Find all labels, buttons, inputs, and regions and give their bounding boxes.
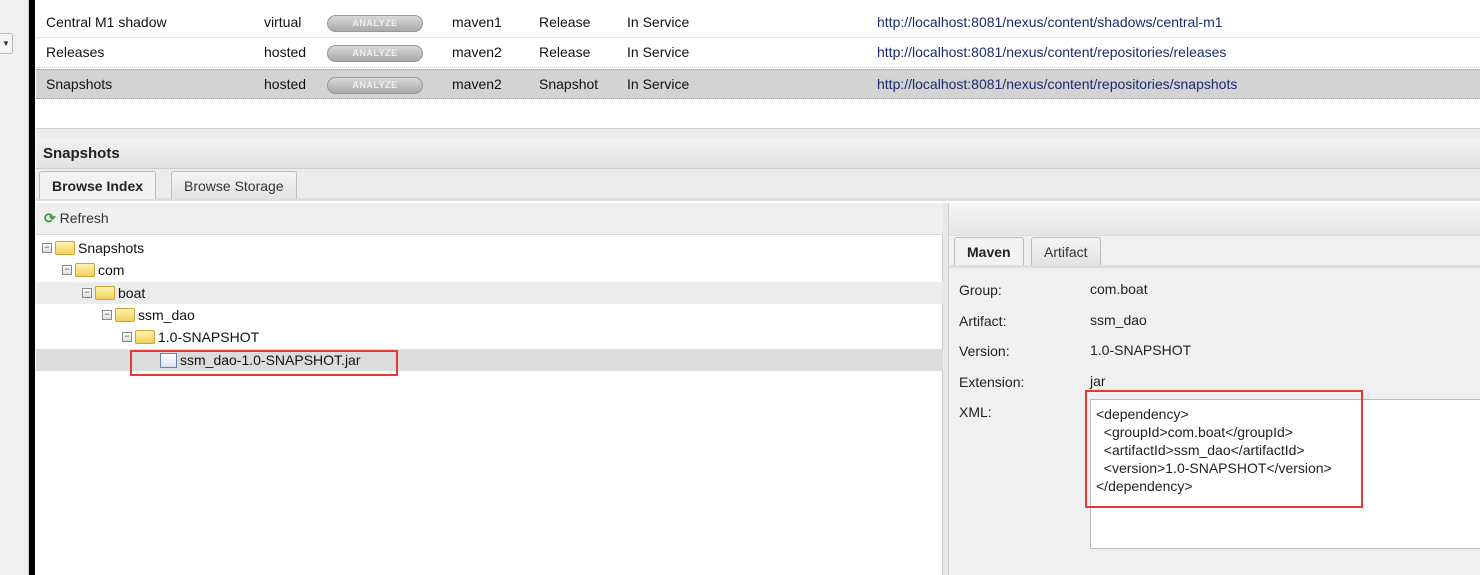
- node-label: 1.0-SNAPSHOT: [158, 329, 260, 345]
- folder-icon: [135, 330, 155, 344]
- refresh-button[interactable]: ⟳ Refresh: [36, 203, 943, 235]
- tree-node[interactable]: − com: [36, 259, 943, 281]
- collapse-icon[interactable]: −: [102, 310, 112, 320]
- tree-panel: ⟳ Refresh − Snapshots − com − boat − ssm_dao…: [36, 203, 943, 575]
- repo-format: maven2: [452, 76, 502, 92]
- repo-url[interactable]: http://localhost:8081/nexus/content/shad…: [877, 14, 1223, 30]
- tab-divider: [949, 265, 1480, 268]
- table-row[interactable]: Central M1 shadow virtual ANALYZE maven1…: [36, 8, 1480, 38]
- analyze-button[interactable]: ANALYZE: [327, 15, 423, 32]
- repo-status: In Service: [627, 76, 690, 92]
- tab-artifact[interactable]: Artifact: [1031, 237, 1101, 265]
- repo-status: In Service: [627, 44, 690, 60]
- highlight-box: [1085, 390, 1363, 508]
- artifact-value: ssm_dao: [1090, 312, 1147, 328]
- node-label: ssm_dao: [138, 307, 195, 323]
- artifact-label: Artifact:: [959, 313, 1007, 329]
- artifact-detail-panel: Maven Artifact Group: com.boat Artifact:…: [948, 203, 1480, 575]
- tab-browse-storage[interactable]: Browse Storage: [171, 171, 297, 199]
- repo-url[interactable]: http://localhost:8081/nexus/content/repo…: [877, 44, 1226, 60]
- folder-icon: [75, 263, 95, 277]
- collapse-icon[interactable]: −: [42, 243, 52, 253]
- refresh-label: Refresh: [59, 210, 109, 226]
- tab-maven[interactable]: Maven: [954, 237, 1024, 265]
- tree-node[interactable]: − 1.0-SNAPSHOT: [36, 326, 943, 348]
- repo-format: maven2: [452, 44, 502, 60]
- repo-name: Snapshots: [46, 76, 113, 92]
- tab-strip: Browse Index Browse Storage: [36, 169, 1480, 201]
- highlight-box: [130, 350, 398, 376]
- collapse-icon[interactable]: −: [62, 265, 72, 275]
- grid-footer: [36, 128, 1480, 138]
- panel-title: Snapshots: [36, 138, 1480, 169]
- table-row[interactable]: Releases hosted ANALYZE maven2 Release I…: [36, 38, 1480, 68]
- repo-status: In Service: [627, 14, 690, 30]
- left-sidebar: [0, 0, 29, 575]
- repo-type: virtual: [264, 14, 302, 30]
- xml-label: XML:: [959, 404, 992, 420]
- repo-format: maven1: [452, 14, 502, 30]
- repo-type: hosted: [264, 76, 307, 92]
- collapse-icon[interactable]: −: [122, 332, 132, 342]
- analyze-button[interactable]: ANALYZE: [327, 77, 423, 94]
- repo-type: hosted: [264, 44, 307, 60]
- divider: [29, 0, 35, 575]
- node-label: Snapshots: [78, 240, 145, 256]
- tab-browse-index[interactable]: Browse Index: [39, 171, 157, 199]
- folder-icon: [55, 241, 75, 255]
- tree-node[interactable]: − ssm_dao: [36, 304, 943, 326]
- folder-icon: [95, 286, 115, 300]
- dropdown-arrow-icon[interactable]: ▼: [0, 33, 13, 54]
- repo-url[interactable]: http://localhost:8081/nexus/content/repo…: [877, 76, 1237, 92]
- extension-label: Extension:: [959, 374, 1025, 390]
- version-label: Version:: [959, 343, 1010, 359]
- repo-policy: Release: [539, 14, 591, 30]
- repo-policy: Release: [539, 44, 591, 60]
- tree-node[interactable]: − boat: [36, 282, 943, 304]
- node-label: com: [98, 262, 125, 278]
- repo-name: Central M1 shadow: [46, 14, 167, 30]
- repo-name: Releases: [46, 44, 105, 60]
- version-value: 1.0-SNAPSHOT: [1090, 342, 1192, 358]
- folder-icon: [115, 308, 135, 322]
- table-row-selected[interactable]: Snapshots hosted ANALYZE maven2 Snapshot…: [36, 69, 1480, 99]
- group-value: com.boat: [1090, 281, 1148, 297]
- detail-header: [949, 203, 1480, 236]
- node-label: boat: [118, 285, 146, 301]
- extension-value: jar: [1090, 373, 1106, 389]
- group-label: Group:: [959, 282, 1002, 298]
- tree-node[interactable]: − Snapshots: [36, 237, 943, 259]
- repo-policy: Snapshot: [539, 76, 599, 92]
- collapse-icon[interactable]: −: [82, 288, 92, 298]
- analyze-button[interactable]: ANALYZE: [327, 45, 423, 62]
- refresh-icon: ⟳: [44, 210, 56, 226]
